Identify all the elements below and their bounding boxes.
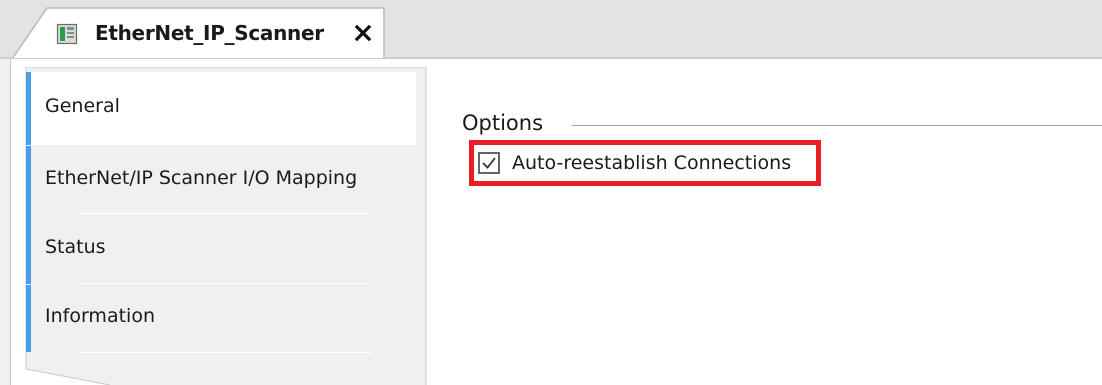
device-editor-window: EtherNet_IP_Scanner General EtherNet/IP …	[0, 0, 1102, 385]
nav-item-accent	[26, 216, 31, 284]
document-tab-label: EtherNet_IP_Scanner	[95, 21, 324, 45]
device-module-icon	[56, 23, 78, 45]
auto-reestablish-checkbox-row[interactable]: Auto-reestablish Connections	[478, 150, 813, 176]
document-tab-strip: EtherNet_IP_Scanner	[0, 0, 1102, 59]
nav-item-label: General	[45, 95, 120, 117]
nav-item-label: Status	[45, 236, 106, 258]
nav-separator	[77, 213, 372, 214]
auto-reestablish-label: Auto-reestablish Connections	[512, 152, 792, 174]
nav-item-accent	[26, 285, 31, 352]
nav-item-label: EtherNet/IP Scanner I/O Mapping	[45, 167, 358, 189]
nav-item-accent	[26, 146, 31, 216]
nav-item-information[interactable]: Information	[26, 285, 416, 352]
auto-reestablish-checkbox[interactable]	[478, 152, 500, 174]
nav-item-general[interactable]: General	[26, 72, 416, 145]
options-group-title: Options	[462, 111, 544, 135]
close-icon[interactable]	[352, 22, 374, 44]
nav-separator	[77, 283, 372, 284]
nav-item-accent	[26, 72, 31, 145]
options-group-divider	[572, 125, 1102, 126]
nav-separator	[77, 352, 372, 353]
nav-item-label: Information	[45, 305, 155, 327]
nav-item-status[interactable]: Status	[26, 216, 416, 284]
nav-item-io-mapping[interactable]: EtherNet/IP Scanner I/O Mapping	[26, 146, 416, 216]
